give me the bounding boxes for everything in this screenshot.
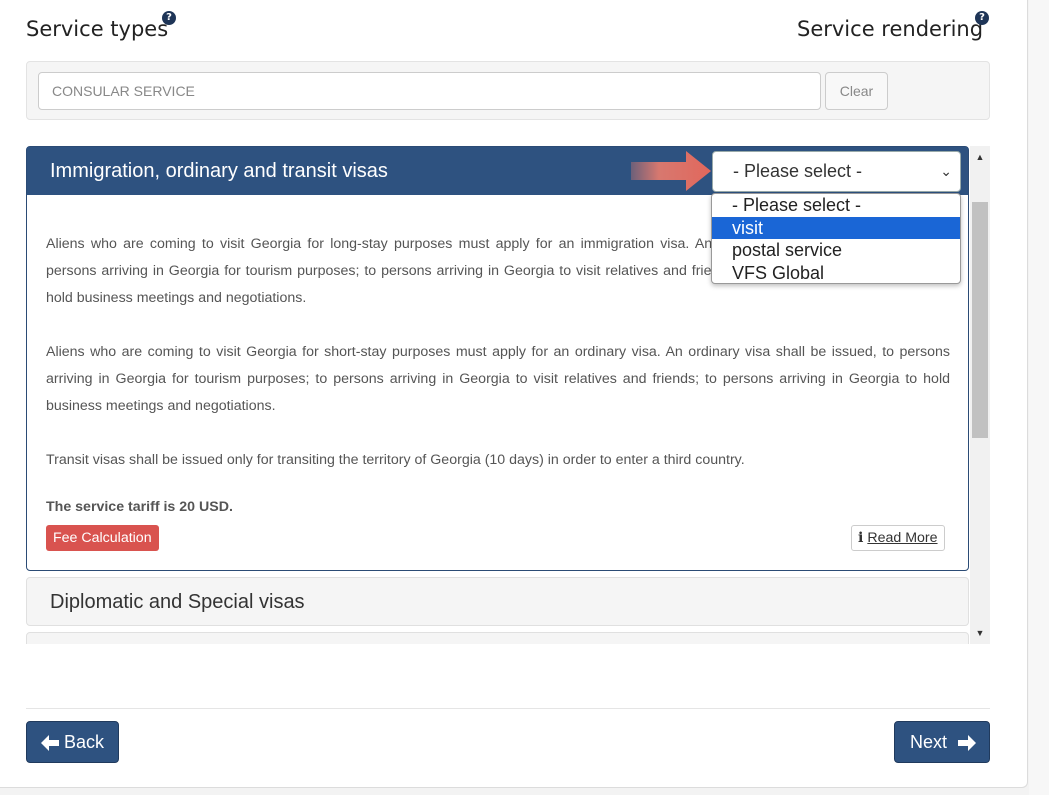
back-label: Back [64,732,105,752]
clear-button[interactable]: Clear [825,72,888,110]
fee-calculation-button[interactable]: Fee Calculation [46,525,159,551]
chevron-down-icon: ⌄ [940,163,952,179]
read-more-label: Read More [867,530,938,546]
help-icon[interactable]: ? [975,11,989,25]
panel-title: Diplomatic and Special visas [50,591,305,613]
scroll-up-icon[interactable]: ▲ [970,148,990,166]
service-search-input[interactable] [38,72,821,110]
paragraph: Transit visas shall be issued only for t… [46,452,745,468]
arrow-right-icon [958,735,977,752]
select-option[interactable]: postal service [712,239,960,262]
right-arrow-icon [631,151,711,191]
next-button[interactable]: Next [894,721,990,763]
select-option[interactable]: - Please select - [712,194,960,217]
service-rendering-heading: Service rendering [797,17,984,41]
scroll-thumb[interactable] [972,202,988,438]
paragraph: Aliens who are coming to visit Georgia f… [46,344,950,414]
divider [26,708,990,709]
select-option-highlighted[interactable]: visit [712,216,960,239]
panel-heading[interactable]: Immigration, ordinary and transit visas … [27,147,968,195]
accordion-panel-diplomatic[interactable]: Diplomatic and Special visas [26,577,969,626]
scroll-down-icon[interactable]: ▼ [970,624,990,642]
info-icon: i [858,530,864,546]
next-label: Next [910,732,948,752]
help-icon[interactable]: ? [162,11,176,25]
select-dropdown-list: - Please select - visit postal service V… [711,193,961,284]
read-more-button[interactable]: i Read More [851,525,945,551]
service-rendering-select[interactable]: - Please select - ⌄ [712,151,961,192]
search-well: Clear [26,61,990,120]
accordion-panel-next[interactable] [26,632,969,644]
service-tariff: The service tariff is 20 USD. [46,499,233,515]
back-button[interactable]: Back [26,721,119,763]
arrow-left-icon [41,735,59,752]
select-value: - Please select - [733,161,863,181]
select-option[interactable]: VFS Global [712,262,960,284]
page-margin [1029,0,1049,795]
service-card: Service types ? Service rendering ? Clea… [0,0,1028,788]
service-types-heading: Service types [26,17,169,41]
scrollbar[interactable]: ▲ ▼ [970,146,990,644]
panel-title: Immigration, ordinary and transit visas [50,160,388,182]
